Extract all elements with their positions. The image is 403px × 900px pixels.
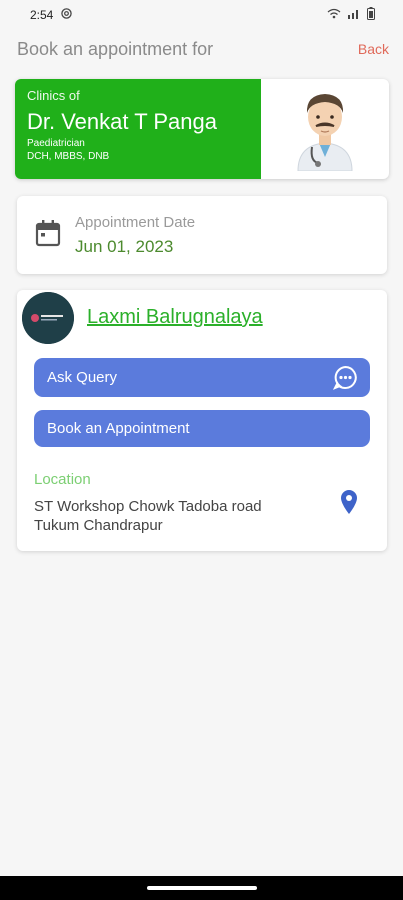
- location-pin-icon[interactable]: [340, 489, 358, 515]
- book-appointment-button[interactable]: Book an Appointment: [34, 410, 370, 447]
- doctor-info: Clinics of Dr. Venkat T Panga Paediatric…: [15, 79, 261, 179]
- wifi-icon: [327, 8, 341, 22]
- appointment-date-card[interactable]: Appointment Date Jun 01, 2023: [17, 196, 387, 274]
- doctor-degrees: DCH, MBBS, DNB: [27, 151, 110, 162]
- appointment-date-value: Jun 01, 2023: [75, 236, 174, 256]
- location-line-2: Tukum Chandrapur: [34, 517, 163, 534]
- clinic-logo: [22, 292, 74, 344]
- clinic-card: Laxmi Balrugnalaya Ask Query Book an App…: [17, 290, 387, 551]
- battery-icon: [367, 7, 375, 23]
- location-line-1: ST Workshop Chowk Tadoba road: [34, 498, 262, 515]
- ask-query-button[interactable]: Ask Query: [34, 358, 370, 397]
- appointment-date-label: Appointment Date: [75, 213, 196, 231]
- chat-bubble-icon: [332, 365, 358, 390]
- signal-icon: [347, 8, 361, 22]
- system-nav-bar: [0, 876, 403, 900]
- status-time: 2:54: [30, 8, 54, 22]
- location-address: ST Workshop Chowk Tadoba road Tukum Chan…: [34, 497, 314, 535]
- header: Book an appointment for Back: [17, 36, 389, 62]
- ask-query-label: Ask Query: [47, 369, 118, 386]
- doctor-name: Dr. Venkat T Panga: [27, 109, 217, 134]
- calendar-icon: [35, 219, 61, 252]
- doctor-avatar-icon: [261, 79, 389, 179]
- clinics-of-label: Clinics of: [27, 88, 80, 103]
- status-bar: 2:54: [0, 0, 403, 30]
- clinic-name-link[interactable]: Laxmi Balrugnalaya: [87, 306, 263, 329]
- at-sign-icon: [61, 8, 73, 22]
- doctor-card: Clinics of Dr. Venkat T Panga Paediatric…: [15, 79, 389, 179]
- book-appointment-label: Book an Appointment: [47, 420, 190, 437]
- back-button[interactable]: Back: [358, 41, 389, 57]
- doctor-specialty: Paediatrician: [27, 138, 85, 149]
- page-title: Book an appointment for: [17, 38, 214, 59]
- home-indicator[interactable]: [146, 886, 257, 890]
- location-label: Location: [34, 471, 91, 488]
